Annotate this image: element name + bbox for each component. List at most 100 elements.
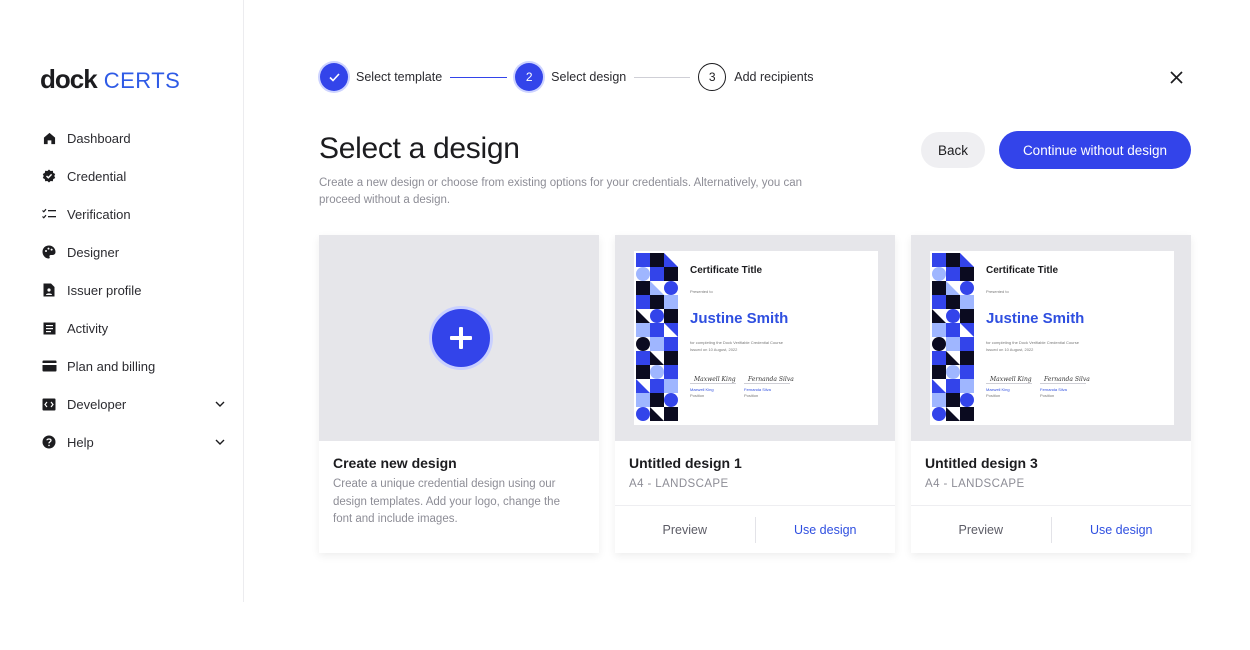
card-description: Create a unique credential design using …: [333, 478, 560, 525]
close-icon[interactable]: [1165, 66, 1187, 88]
sidebar-item-label: Verification: [67, 206, 131, 222]
card-title: Untitled design 1: [629, 455, 742, 471]
sidebar-item-developer[interactable]: Developer: [40, 385, 226, 423]
step-select-design[interactable]: 2 Select design: [515, 63, 626, 91]
continue-without-design-button[interactable]: Continue without design: [999, 131, 1191, 169]
sidebar-item-label: Dashboard: [67, 130, 131, 146]
signer-role: Position: [690, 393, 705, 398]
plus-icon[interactable]: [429, 306, 493, 370]
back-button[interactable]: Back: [921, 132, 985, 168]
card-actions: Preview Use design: [911, 505, 1191, 553]
profile-doc-icon: [40, 281, 58, 299]
step-connector: [634, 76, 691, 78]
card-format: A4 - LANDSCAPE: [925, 478, 1025, 490]
sidebar-item-verification[interactable]: Verification: [40, 195, 226, 233]
progress-stepper: Select template 2 Select design 3 Add re…: [320, 62, 813, 92]
certificate-recipient: Justine Smith: [690, 310, 789, 327]
page-description: Create a new design or choose from exist…: [319, 177, 803, 206]
checklist-icon: [40, 205, 58, 223]
certificate-title: Certificate Title: [986, 265, 1059, 276]
certificate-preview: Certificate Title Presented to Justine S…: [634, 251, 878, 425]
signer-name: Maxwell King: [986, 387, 1010, 392]
signer-name: Fernanda Silva: [1040, 387, 1067, 392]
step-number: 2: [515, 63, 544, 91]
step-label: Select design: [551, 70, 627, 84]
preview-button[interactable]: Preview: [615, 506, 755, 554]
step-complete-check: [320, 63, 348, 91]
step-label: Add recipients: [734, 70, 814, 84]
signature-line: [690, 383, 736, 384]
signature-mark: Maxwell King: [990, 376, 1032, 383]
certificate-title: Certificate Title: [690, 265, 763, 276]
certificate-issued-text: Issued on 10 August, 2022: [690, 347, 738, 352]
use-design-button[interactable]: Use design: [756, 506, 896, 554]
badge-icon: [40, 167, 58, 185]
signature-line: [1040, 383, 1086, 384]
home-icon: [40, 129, 58, 147]
geometric-pattern-graphic: [932, 253, 974, 421]
signature-mark: Fernanda Silva: [748, 376, 794, 383]
create-design-card[interactable]: Create new design Create a unique creden…: [319, 235, 599, 553]
step-number: 3: [698, 63, 727, 91]
activity-icon: [40, 319, 58, 337]
sidebar: dock CERTS Dashboard Credential Verifica…: [0, 0, 244, 602]
card-thumbnail: [319, 235, 599, 441]
geometric-pattern-graphic: [636, 253, 678, 421]
page-title: Select a design: [319, 132, 520, 165]
sidebar-nav: Dashboard Credential Verification Design…: [40, 119, 226, 461]
certificate-recipient: Justine Smith: [986, 310, 1085, 327]
step-connector: [450, 76, 508, 78]
sidebar-item-label: Help: [67, 434, 94, 450]
sidebar-item-label: Plan and billing: [67, 358, 156, 374]
certificate-issued-text: Issued on 10 August, 2022: [986, 347, 1034, 352]
preview-button[interactable]: Preview: [911, 506, 1051, 554]
card-format: A4 - LANDSCAPE: [629, 478, 729, 490]
help-icon: [40, 433, 58, 451]
step-add-recipients[interactable]: 3 Add recipients: [698, 63, 813, 91]
chevron-down-icon[interactable]: [214, 398, 226, 410]
signature-line: [986, 383, 1032, 384]
card-title: Untitled design 3: [925, 455, 1038, 471]
sidebar-item-label: Issuer profile: [67, 282, 142, 298]
use-design-button[interactable]: Use design: [1052, 506, 1192, 554]
sidebar-item-designer[interactable]: Designer: [40, 233, 226, 271]
certificate-completion-text: for completing the Dock Verifiable Crede…: [986, 340, 1079, 345]
card-actions: Preview Use design: [615, 505, 895, 553]
certificate-presented-to: Presented to: [986, 289, 1009, 294]
signer-role: Position: [744, 393, 759, 398]
signer-role: Position: [1040, 393, 1055, 398]
sidebar-item-label: Developer: [67, 396, 127, 412]
card-icon: [40, 357, 58, 375]
sidebar-item-plan-and-billing[interactable]: Plan and billing: [40, 347, 226, 385]
code-icon: [40, 395, 58, 413]
signer-role: Position: [986, 393, 1001, 398]
card-title: Create new design: [333, 455, 457, 471]
chevron-down-icon[interactable]: [214, 436, 226, 448]
signer-name: Maxwell King: [690, 387, 714, 392]
palette-icon: [40, 243, 58, 261]
design-card: Certificate Title Presented to Justine S…: [911, 235, 1191, 553]
logo-certs-text: CERTS: [103, 68, 181, 93]
signature-mark: Maxwell King: [694, 376, 736, 383]
signature-line: [744, 383, 790, 384]
sidebar-item-label: Activity: [67, 320, 109, 336]
sidebar-item-activity[interactable]: Activity: [40, 309, 226, 347]
certificate-preview: Certificate Title Presented to Justine S…: [930, 251, 1174, 425]
design-card: Certificate Title Presented to Justine S…: [615, 235, 895, 553]
sidebar-item-dashboard[interactable]: Dashboard: [40, 119, 226, 157]
dock-certs-logo[interactable]: dock CERTS: [40, 64, 180, 95]
signature-mark: Fernanda Silva: [1044, 376, 1090, 383]
signer-name: Fernanda Silva: [744, 387, 771, 392]
sidebar-item-help[interactable]: Help: [40, 423, 226, 461]
step-label: Select template: [356, 70, 443, 84]
card-thumbnail: Certificate Title Presented to Justine S…: [615, 235, 895, 441]
certificate-completion-text: for completing the Dock Verifiable Crede…: [690, 340, 783, 345]
logo-dock-text: dock: [40, 64, 98, 94]
sidebar-item-issuer-profile[interactable]: Issuer profile: [40, 271, 226, 309]
step-select-template[interactable]: Select template: [320, 63, 442, 91]
sidebar-item-label: Designer: [67, 244, 120, 260]
sidebar-item-credential[interactable]: Credential: [40, 157, 226, 195]
certificate-presented-to: Presented to: [690, 289, 713, 294]
card-thumbnail: Certificate Title Presented to Justine S…: [911, 235, 1191, 441]
sidebar-item-label: Credential: [67, 168, 127, 184]
